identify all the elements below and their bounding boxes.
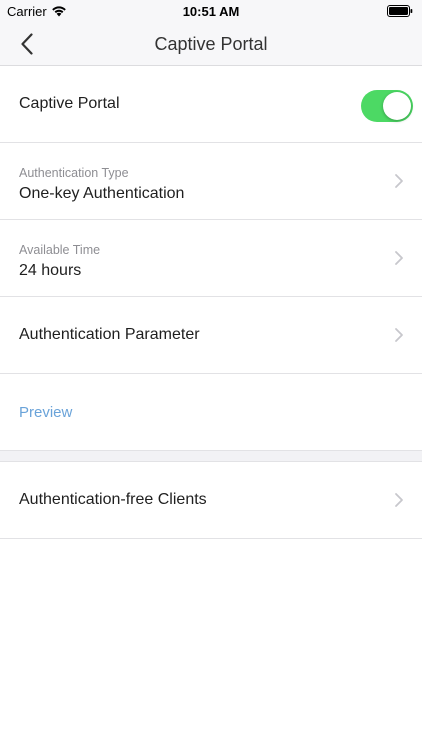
authentication-type-value: One-key Authentication [19,185,185,202]
toggle-knob [383,92,411,120]
available-time-row[interactable]: Available Time 24 hours [0,220,422,297]
battery-full-icon [387,5,413,17]
status-bar: Carrier 10:51 AM [0,0,422,22]
settings-list: Captive Portal Authentication Type One-k… [0,66,422,539]
available-time-label: Available Time [19,243,101,257]
authentication-free-clients-row[interactable]: Authentication-free Clients [0,462,422,539]
chevron-right-icon [395,493,403,507]
preview-link[interactable]: Preview [19,404,72,421]
captive-portal-row: Captive Portal [0,66,422,143]
authentication-parameter-row[interactable]: Authentication Parameter [0,297,422,374]
page-title: Captive Portal [154,34,268,54]
chevron-right-icon [395,174,403,188]
section-divider [0,451,422,462]
chevron-right-icon [395,328,403,342]
navigation-bar: Captive Portal [0,22,422,66]
captive-portal-toggle[interactable] [361,90,413,122]
preview-row[interactable]: Preview [0,374,422,451]
authentication-free-clients-label: Authentication-free Clients [19,491,207,508]
available-time-value: 24 hours [19,262,82,279]
status-time: 10:51 AM [182,4,240,19]
chevron-right-icon [395,251,403,265]
captive-portal-label: Captive Portal [19,95,120,112]
authentication-type-row[interactable]: Authentication Type One-key Authenticati… [0,143,422,220]
authentication-type-label: Authentication Type [19,166,129,180]
authentication-parameter-label: Authentication Parameter [19,326,200,343]
